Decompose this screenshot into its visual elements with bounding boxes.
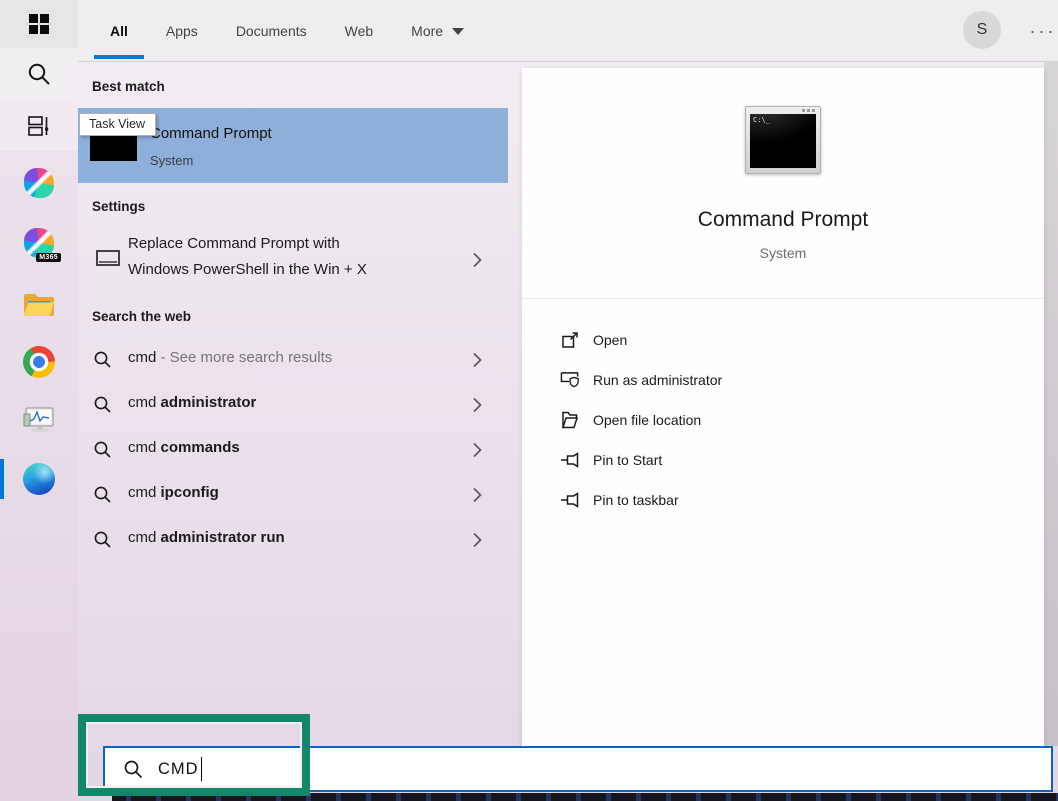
search-icon: [93, 485, 112, 504]
search-input-value: CMD: [158, 760, 199, 779]
tab-web[interactable]: Web: [343, 0, 376, 62]
shield-window-icon: [560, 370, 580, 390]
filter-tabs: All Apps Documents Web More: [108, 0, 466, 62]
tab-more[interactable]: More: [409, 0, 466, 62]
pin-icon: [560, 451, 580, 469]
chrome-icon: [23, 346, 55, 378]
edge-icon: [23, 463, 55, 495]
folder-icon: [561, 410, 579, 430]
search-the-web-header: Search the web: [92, 309, 191, 324]
action-open[interactable]: Open: [522, 320, 1044, 360]
task-view-tooltip: Task View: [79, 113, 156, 136]
suggestion-text: cmd: [128, 349, 161, 366]
user-avatar[interactable]: S: [963, 11, 1001, 49]
action-open-file-location[interactable]: Open file location: [522, 400, 1044, 440]
best-match-header: Best match: [92, 79, 165, 94]
settings-window-icon: [96, 250, 120, 268]
settings-header: Settings: [92, 199, 145, 214]
results-panel: Best match Command Prompt System Task Vi…: [78, 62, 508, 746]
taskbar-search-button[interactable]: [0, 48, 78, 100]
tab-all-label: All: [110, 23, 128, 39]
copilot-icon: [24, 168, 54, 198]
search-icon: [26, 61, 52, 87]
search-icon: [93, 530, 112, 549]
best-match-subtitle: System: [150, 153, 193, 168]
action-label: Open: [593, 332, 627, 348]
action-run-as-administrator[interactable]: Run as administrator: [522, 360, 1044, 400]
performance-monitor-icon: [22, 406, 56, 434]
suggestion-suffix: - See more search results: [161, 349, 333, 366]
chevron-right-icon: [473, 352, 482, 367]
tab-apps[interactable]: Apps: [164, 0, 200, 62]
search-icon: [93, 350, 112, 369]
preview-pane: C:\_ Command Prompt System Open Run as a…: [522, 68, 1044, 746]
taskbar-copilot-button[interactable]: [0, 163, 78, 203]
search-icon: [93, 440, 112, 459]
action-pin-to-taskbar[interactable]: Pin to taskbar: [522, 480, 1044, 520]
pin-icon: [560, 491, 580, 509]
file-explorer-icon: [23, 291, 55, 318]
action-label: Pin to Start: [593, 452, 662, 468]
web-suggestion-cmd-see-more[interactable]: cmd - See more search results: [78, 337, 508, 382]
web-suggestion-cmd-administrator-run[interactable]: cmd administrator run: [78, 517, 508, 562]
best-match-title: Command Prompt: [150, 125, 272, 142]
search-header: All Apps Documents Web More S ···: [78, 0, 1058, 62]
chevron-right-icon: [473, 253, 482, 268]
tab-all[interactable]: All: [108, 0, 130, 62]
taskbar-edge-button[interactable]: [0, 459, 78, 499]
settings-result-replace-cmd[interactable]: Replace Command Prompt with Windows Powe…: [78, 225, 508, 295]
start-button[interactable]: [0, 0, 78, 48]
command-prompt-preview-icon: C:\_: [745, 106, 821, 174]
chevron-right-icon: [473, 532, 482, 547]
web-suggestion-cmd-administrator[interactable]: cmd administrator: [78, 382, 508, 427]
action-label: Pin to taskbar: [593, 492, 679, 508]
open-icon: [560, 330, 580, 350]
task-view-button[interactable]: [0, 100, 78, 151]
taskbar-file-explorer-button[interactable]: [0, 284, 78, 324]
taskbar-m365-copilot-button[interactable]: M365: [0, 223, 78, 263]
tab-documents[interactable]: Documents: [234, 0, 309, 62]
settings-item-line1: Replace Command Prompt with: [128, 235, 340, 252]
action-label: Open file location: [593, 412, 701, 428]
chevron-down-icon: [452, 28, 464, 35]
more-options-button[interactable]: ···: [1021, 0, 1058, 62]
action-pin-to-start[interactable]: Pin to Start: [522, 440, 1044, 480]
taskbar-performance-monitor-button[interactable]: [0, 400, 78, 440]
search-icon: [93, 395, 112, 414]
tab-selected-underline: [94, 55, 144, 59]
m365-badge: M365: [36, 253, 61, 262]
windows-search-screen: M365: [0, 0, 1058, 801]
cmd-prompt-text: C:\_: [753, 116, 770, 124]
web-suggestion-cmd-ipconfig[interactable]: cmd ipconfig: [78, 472, 508, 517]
taskbar-chrome-button[interactable]: [0, 342, 78, 382]
preview-title: Command Prompt: [522, 208, 1044, 232]
divider: [522, 298, 1044, 299]
web-suggestion-cmd-commands[interactable]: cmd commands: [78, 427, 508, 472]
search-input[interactable]: CMD: [103, 746, 1053, 792]
taskbar: M365: [0, 0, 78, 801]
task-view-icon: [27, 114, 51, 138]
preview-subtitle: System: [522, 245, 1044, 261]
background-strip: [1044, 62, 1058, 746]
action-label: Run as administrator: [593, 372, 722, 388]
chevron-right-icon: [473, 442, 482, 457]
settings-item-line2: Windows PowerShell in the Win + X: [128, 261, 367, 278]
chevron-right-icon: [473, 487, 482, 502]
text-cursor: [201, 757, 203, 781]
desktop-edge-strip: [112, 793, 1058, 801]
windows-logo-icon: [29, 14, 49, 34]
search-icon: [123, 759, 143, 779]
chevron-right-icon: [473, 397, 482, 412]
